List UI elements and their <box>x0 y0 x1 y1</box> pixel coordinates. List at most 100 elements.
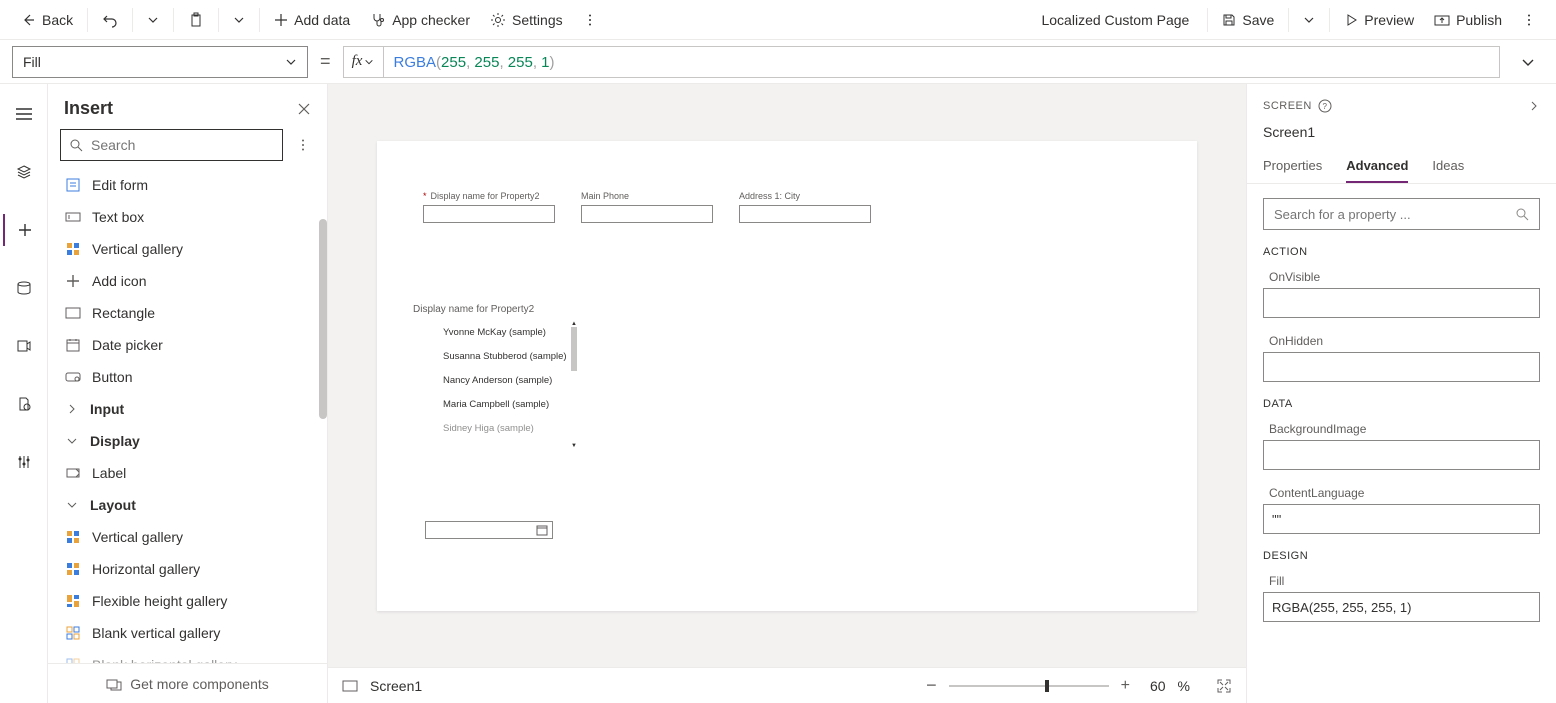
undo-menu-button[interactable] <box>139 4 167 36</box>
gallery-scrollbar[interactable]: ▲ ▼ <box>571 321 577 449</box>
property-search-box[interactable] <box>1263 198 1540 230</box>
paste-button[interactable] <box>180 4 212 36</box>
insert-item-button[interactable]: Button <box>48 361 327 393</box>
field-contentlang-input[interactable]: "" <box>1263 504 1540 534</box>
save-menu-button[interactable] <box>1295 4 1323 36</box>
insert-more-button[interactable] <box>291 129 315 161</box>
database-icon <box>16 280 32 296</box>
close-icon[interactable] <box>297 102 311 116</box>
label-icon <box>64 464 82 482</box>
flex-gallery-icon <box>64 592 82 610</box>
gallery-row[interactable]: Susanna Stubberod (sample) <box>413 345 577 369</box>
rail-data-button[interactable] <box>3 156 45 188</box>
fx-label[interactable]: fx <box>344 47 384 77</box>
insert-item-label: Vertical gallery <box>92 529 183 545</box>
form-field-city: Address 1: City <box>739 191 871 223</box>
rail-insert-button[interactable] <box>3 214 45 246</box>
field-onhidden-label: OnHidden <box>1263 334 1540 348</box>
help-icon[interactable]: ? <box>1318 99 1332 113</box>
field-bgimage-label: BackgroundImage <box>1263 422 1540 436</box>
insert-item-vertical-gallery[interactable]: Vertical gallery <box>48 233 327 265</box>
zoom-in-button[interactable]: + <box>1121 677 1130 695</box>
insert-item-layout-blank-h[interactable]: Blank horizontal gallery <box>48 649 327 663</box>
property-selector[interactable]: Fill <box>12 46 308 78</box>
form-input[interactable] <box>739 205 871 223</box>
insert-search-box[interactable] <box>60 129 283 161</box>
zoom-slider[interactable] <box>949 685 1109 687</box>
search-icon <box>1515 207 1529 221</box>
paste-menu-button[interactable] <box>225 4 253 36</box>
separator <box>259 8 260 32</box>
fit-button[interactable] <box>1216 678 1232 694</box>
play-icon <box>1344 13 1358 27</box>
insert-group-layout[interactable]: Layout <box>48 489 327 521</box>
undo-button[interactable] <box>94 4 126 36</box>
insert-item-label[interactable]: Label <box>48 457 327 489</box>
insert-item-layout-flex[interactable]: Flexible height gallery <box>48 585 327 617</box>
app-checker-button[interactable]: App checker <box>362 4 478 36</box>
rail-variables-button[interactable] <box>3 388 45 420</box>
insert-item-edit-form[interactable]: Edit form <box>48 169 327 201</box>
preview-button[interactable]: Preview <box>1336 4 1422 36</box>
rail-media-button[interactable] <box>3 330 45 362</box>
scroll-thumb[interactable] <box>571 327 577 371</box>
canvas-stage[interactable]: *Display name for Property2 Main Phone A… <box>328 84 1246 667</box>
property-selector-value: Fill <box>23 54 41 70</box>
get-more-components[interactable]: Get more components <box>48 663 327 703</box>
field-onvisible-input[interactable] <box>1263 288 1540 318</box>
rail-tools-button[interactable] <box>3 446 45 478</box>
svg-text:?: ? <box>1322 102 1327 111</box>
hgallery-icon <box>64 560 82 578</box>
gallery-row[interactable]: Maria Campbell (sample) <box>413 393 577 417</box>
form-input[interactable] <box>581 205 713 223</box>
insert-item-label: Add icon <box>92 273 146 289</box>
insert-item-add-icon[interactable]: Add icon <box>48 265 327 297</box>
chevron-right-icon[interactable] <box>1528 100 1540 112</box>
formula-expand-button[interactable] <box>1512 46 1544 78</box>
insert-group-display[interactable]: Display <box>48 425 327 457</box>
insert-group-input[interactable]: Input <box>48 393 327 425</box>
canvas-screen[interactable]: *Display name for Property2 Main Phone A… <box>377 141 1197 611</box>
scroll-down-arrow[interactable]: ▼ <box>571 443 577 449</box>
insert-item-rectangle[interactable]: Rectangle <box>48 297 327 329</box>
form-input[interactable] <box>423 205 555 223</box>
rail-database-button[interactable] <box>3 272 45 304</box>
field-onhidden-input[interactable] <box>1263 352 1540 382</box>
formula-input[interactable]: RGBA(255, 255, 255, 1) <box>384 53 1499 71</box>
property-search-input[interactable] <box>1274 207 1515 222</box>
gallery-row[interactable]: Yvonne McKay (sample) <box>413 321 577 345</box>
tab-advanced[interactable]: Advanced <box>1346 152 1408 183</box>
zoom-out-button[interactable]: − <box>926 675 937 696</box>
overflow-right-button[interactable] <box>1514 4 1544 36</box>
left-rail <box>0 84 48 703</box>
rail-tree-button[interactable] <box>3 98 45 130</box>
insert-item-layout-blank-v[interactable]: Blank vertical gallery <box>48 617 327 649</box>
field-bgimage-input[interactable] <box>1263 440 1540 470</box>
form-label: Main Phone <box>581 191 713 201</box>
insert-item-layout-hgallery[interactable]: Horizontal gallery <box>48 553 327 585</box>
settings-button[interactable]: Settings <box>482 4 571 36</box>
overflow-button[interactable] <box>575 4 605 36</box>
canvas-area: *Display name for Property2 Main Phone A… <box>328 84 1246 703</box>
tab-properties[interactable]: Properties <box>1263 152 1322 183</box>
panel-tabs: Properties Advanced Ideas <box>1247 152 1556 184</box>
publish-button[interactable]: Publish <box>1426 4 1510 36</box>
insert-item-layout-vgallery[interactable]: Vertical gallery <box>48 521 327 553</box>
chevron-down-icon <box>233 14 245 26</box>
publish-label: Publish <box>1456 12 1502 28</box>
date-picker[interactable] <box>425 521 553 539</box>
field-fill-input[interactable]: RGBA(255, 255, 255, 1) <box>1263 592 1540 622</box>
insert-search-input[interactable] <box>91 137 274 153</box>
add-data-button[interactable]: Add data <box>266 4 358 36</box>
gallery[interactable]: Yvonne McKay (sample) Susanna Stubberod … <box>413 321 577 449</box>
save-icon <box>1222 13 1236 27</box>
back-button[interactable]: Back <box>12 4 81 36</box>
gallery-row[interactable]: Nancy Anderson (sample) <box>413 369 577 393</box>
insert-item-date-picker[interactable]: Date picker <box>48 329 327 361</box>
save-button[interactable]: Save <box>1214 4 1282 36</box>
insert-scrollbar[interactable] <box>319 219 327 419</box>
gallery-row[interactable]: Sidney Higa (sample) <box>413 417 577 441</box>
insert-item-text-box[interactable]: Text box <box>48 201 327 233</box>
doc-icon <box>16 396 32 412</box>
tab-ideas[interactable]: Ideas <box>1432 152 1464 183</box>
